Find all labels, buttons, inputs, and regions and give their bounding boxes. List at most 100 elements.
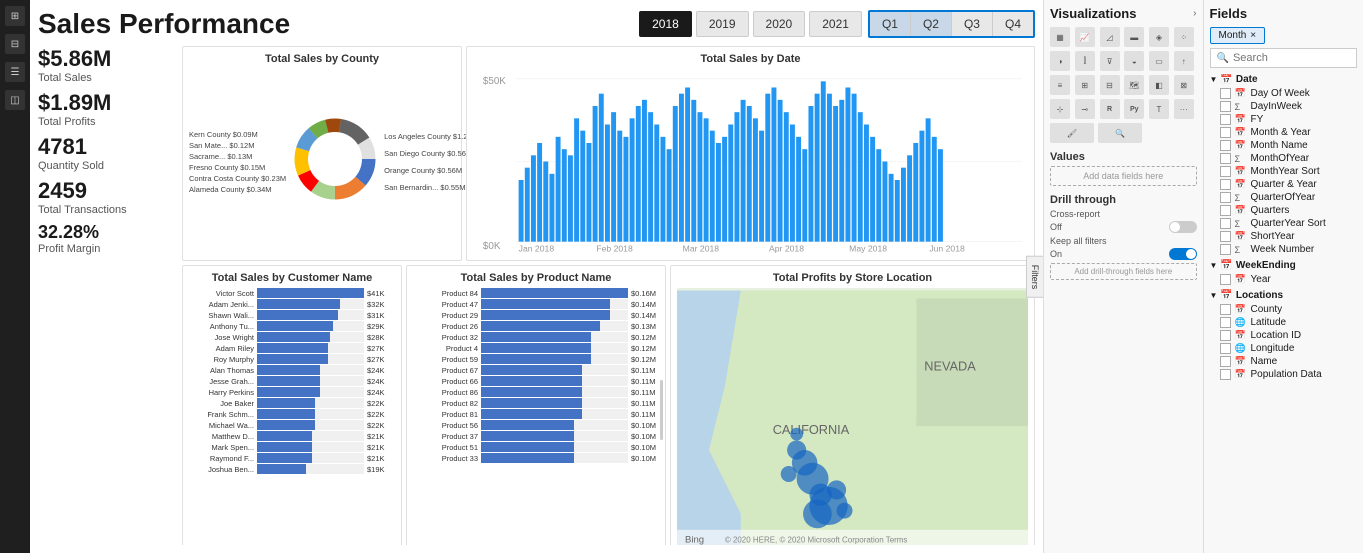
filters-tab[interactable]: Filters [1026,255,1043,298]
year-btn-2021[interactable]: 2021 [809,11,862,37]
field-checkbox-month-year[interactable] [1220,127,1231,138]
field-item-dayinweek[interactable]: Σ DayInWeek [1220,100,1358,113]
year-btn-2020[interactable]: 2020 [753,11,806,37]
field-name-month-name: Month Name [1251,140,1308,151]
sidebar-icon-data[interactable]: ◫ [5,90,25,110]
field-group-locations-header[interactable]: ▼ 📅 Locations [1210,290,1358,301]
field-name-quarters: Quarters [1251,205,1290,216]
field-item-shortyear[interactable]: 📅 ShortYear [1220,230,1358,243]
field-item-county[interactable]: 📅 County [1220,303,1358,316]
viz-icon-area[interactable]: ◿ [1100,27,1120,47]
date-chart[interactable]: Total Sales by Date $50K $0K [466,46,1035,261]
viz-icon-scatter[interactable]: ⁘ [1174,27,1194,47]
field-item-week-number[interactable]: Σ Week Number [1220,243,1358,256]
month-filter-close[interactable]: × [1250,30,1256,41]
year-btn-2018[interactable]: 2018 [639,11,692,37]
field-checkbox-fy[interactable] [1220,114,1231,125]
field-item-longitude[interactable]: 🌐 Longitude [1220,342,1358,355]
quarter-btn-q1[interactable]: Q1 [870,12,911,36]
viz-icon-card[interactable]: ▭ [1149,51,1169,71]
field-checkbox-quarter-year[interactable] [1220,179,1231,190]
keep-filters-toggle[interactable] [1169,248,1197,260]
product-chart[interactable]: Total Sales by Product Name Product 84 $… [406,265,666,545]
field-checkbox-population-data[interactable] [1220,369,1231,380]
field-item-quarteryear-sort[interactable]: Σ QuarterYear Sort [1220,217,1358,230]
product-bar-row: Product 56 $0.10M [413,420,659,430]
field-item-quarterofyear[interactable]: Σ QuarterOfYear [1220,191,1358,204]
add-values-placeholder[interactable]: Add data fields here [1050,166,1197,186]
field-checkbox-month-name[interactable] [1220,140,1231,151]
quarter-btn-q3[interactable]: Q3 [952,12,993,36]
viz-icon-text[interactable]: T [1149,99,1169,119]
viz-icon-pie[interactable]: ◑ [1050,51,1070,71]
viz-icon-waterfall[interactable]: ⫿ [1075,51,1095,71]
field-item-month-year[interactable]: 📅 Month & Year [1220,126,1358,139]
viz-icon-format[interactable]: 🖌 [1050,123,1094,143]
cross-report-toggle[interactable] [1169,221,1197,233]
viz-icon-funnel[interactable]: ⊽ [1100,51,1120,71]
viz-icon-table[interactable]: ⊞ [1075,75,1095,95]
field-item-month-name[interactable]: 📅 Month Name [1220,139,1358,152]
viz-panel-expand[interactable]: › [1193,8,1196,19]
field-group-weekending-header[interactable]: ▼ 📅 WeekEnding [1210,260,1358,271]
field-item-monthyear-sort[interactable]: 📅 MonthYear Sort [1220,165,1358,178]
field-group-date-header[interactable]: ▼ 📅 Date [1210,74,1358,85]
map-chart[interactable]: Total Profits by Store Location [670,265,1035,545]
viz-icon-map[interactable]: 🗺 [1124,75,1144,95]
field-checkbox-monthyear-sort[interactable] [1220,166,1231,177]
field-checkbox-longitude[interactable] [1220,343,1231,354]
field-checkbox-county[interactable] [1220,304,1231,315]
viz-icon-slicer[interactable]: ≡ [1050,75,1070,95]
field-checkbox-latitude[interactable] [1220,317,1231,328]
field-item-year[interactable]: 📅 Year [1220,273,1358,286]
month-filter-tag[interactable]: Month × [1210,27,1266,44]
viz-icon-decomp-tree[interactable]: ⊹ [1050,99,1070,119]
field-checkbox-quarters[interactable] [1220,205,1231,216]
field-item-quarter-year[interactable]: 📅 Quarter & Year [1220,178,1358,191]
field-checkbox-name[interactable] [1220,356,1231,367]
field-checkbox-year[interactable] [1220,274,1231,285]
viz-icon-analytics[interactable]: 🔍 [1098,123,1142,143]
customer-chart[interactable]: Total Sales by Customer Name Victor Scot… [182,265,402,545]
viz-icon-treemap[interactable]: ⊠ [1174,75,1194,95]
viz-icon-bar[interactable]: ▬ [1124,27,1144,47]
field-item-location-id[interactable]: 📅 Location ID [1220,329,1358,342]
field-checkbox-shortyear[interactable] [1220,231,1231,242]
viz-icon-matrix[interactable]: ⊟ [1100,75,1120,95]
viz-icon-line[interactable]: 📈 [1075,27,1095,47]
viz-icon-r-visual[interactable]: R [1100,99,1120,119]
field-checkbox-quarterofyear[interactable] [1220,192,1231,203]
field-checkbox-dayinweek[interactable] [1220,101,1231,112]
field-checkbox-monthofyear[interactable] [1220,153,1231,164]
viz-icon-py-visual[interactable]: Py [1124,99,1144,119]
viz-icon-more[interactable]: ··· [1174,99,1194,119]
county-chart[interactable]: Total Sales by County Kern County $0.09M… [182,46,462,261]
fields-search-input[interactable] [1233,52,1363,64]
field-item-fy[interactable]: 📅 FY [1220,113,1358,126]
sidebar-icon-home[interactable]: ⊞ [5,6,25,26]
field-item-quarters[interactable]: 📅 Quarters [1220,204,1358,217]
year-btn-2019[interactable]: 2019 [696,11,749,37]
field-item-day-of-week[interactable]: 📅 Day Of Week [1220,87,1358,100]
viz-icon-kpi[interactable]: ↑ [1174,51,1194,71]
sidebar-icon-report[interactable]: ☰ [5,62,25,82]
field-checkbox-week-number[interactable] [1220,244,1231,255]
sidebar-icon-grid[interactable]: ⊟ [5,34,25,54]
field-item-monthofyear[interactable]: Σ MonthOfYear [1220,152,1358,165]
viz-icon-filled-map[interactable]: ◧ [1149,75,1169,95]
viz-icon-stacked-bar[interactable]: ▦ [1050,27,1070,47]
field-item-latitude[interactable]: 🌐 Latitude [1220,316,1358,329]
field-checkbox-location-id[interactable] [1220,330,1231,341]
viz-icon-ribbon[interactable]: ◈ [1149,27,1169,47]
keep-filters-state: On [1050,249,1062,259]
viz-icon-key-influencers[interactable]: ⊸ [1075,99,1095,119]
viz-icon-gauge[interactable]: ◒ [1124,51,1144,71]
quarter-btn-q4[interactable]: Q4 [993,12,1033,36]
add-drill-placeholder[interactable]: Add drill-through fields here [1050,263,1197,280]
field-item-population-data[interactable]: 📅 Population Data [1220,368,1358,381]
field-checkbox-day-of-week[interactable] [1220,88,1231,99]
field-item-name[interactable]: 📅 Name [1220,355,1358,368]
field-icon-latitude: 🌐 [1235,317,1247,328]
field-checkbox-quarteryear-sort[interactable] [1220,218,1231,229]
quarter-btn-q2[interactable]: Q2 [911,12,952,36]
